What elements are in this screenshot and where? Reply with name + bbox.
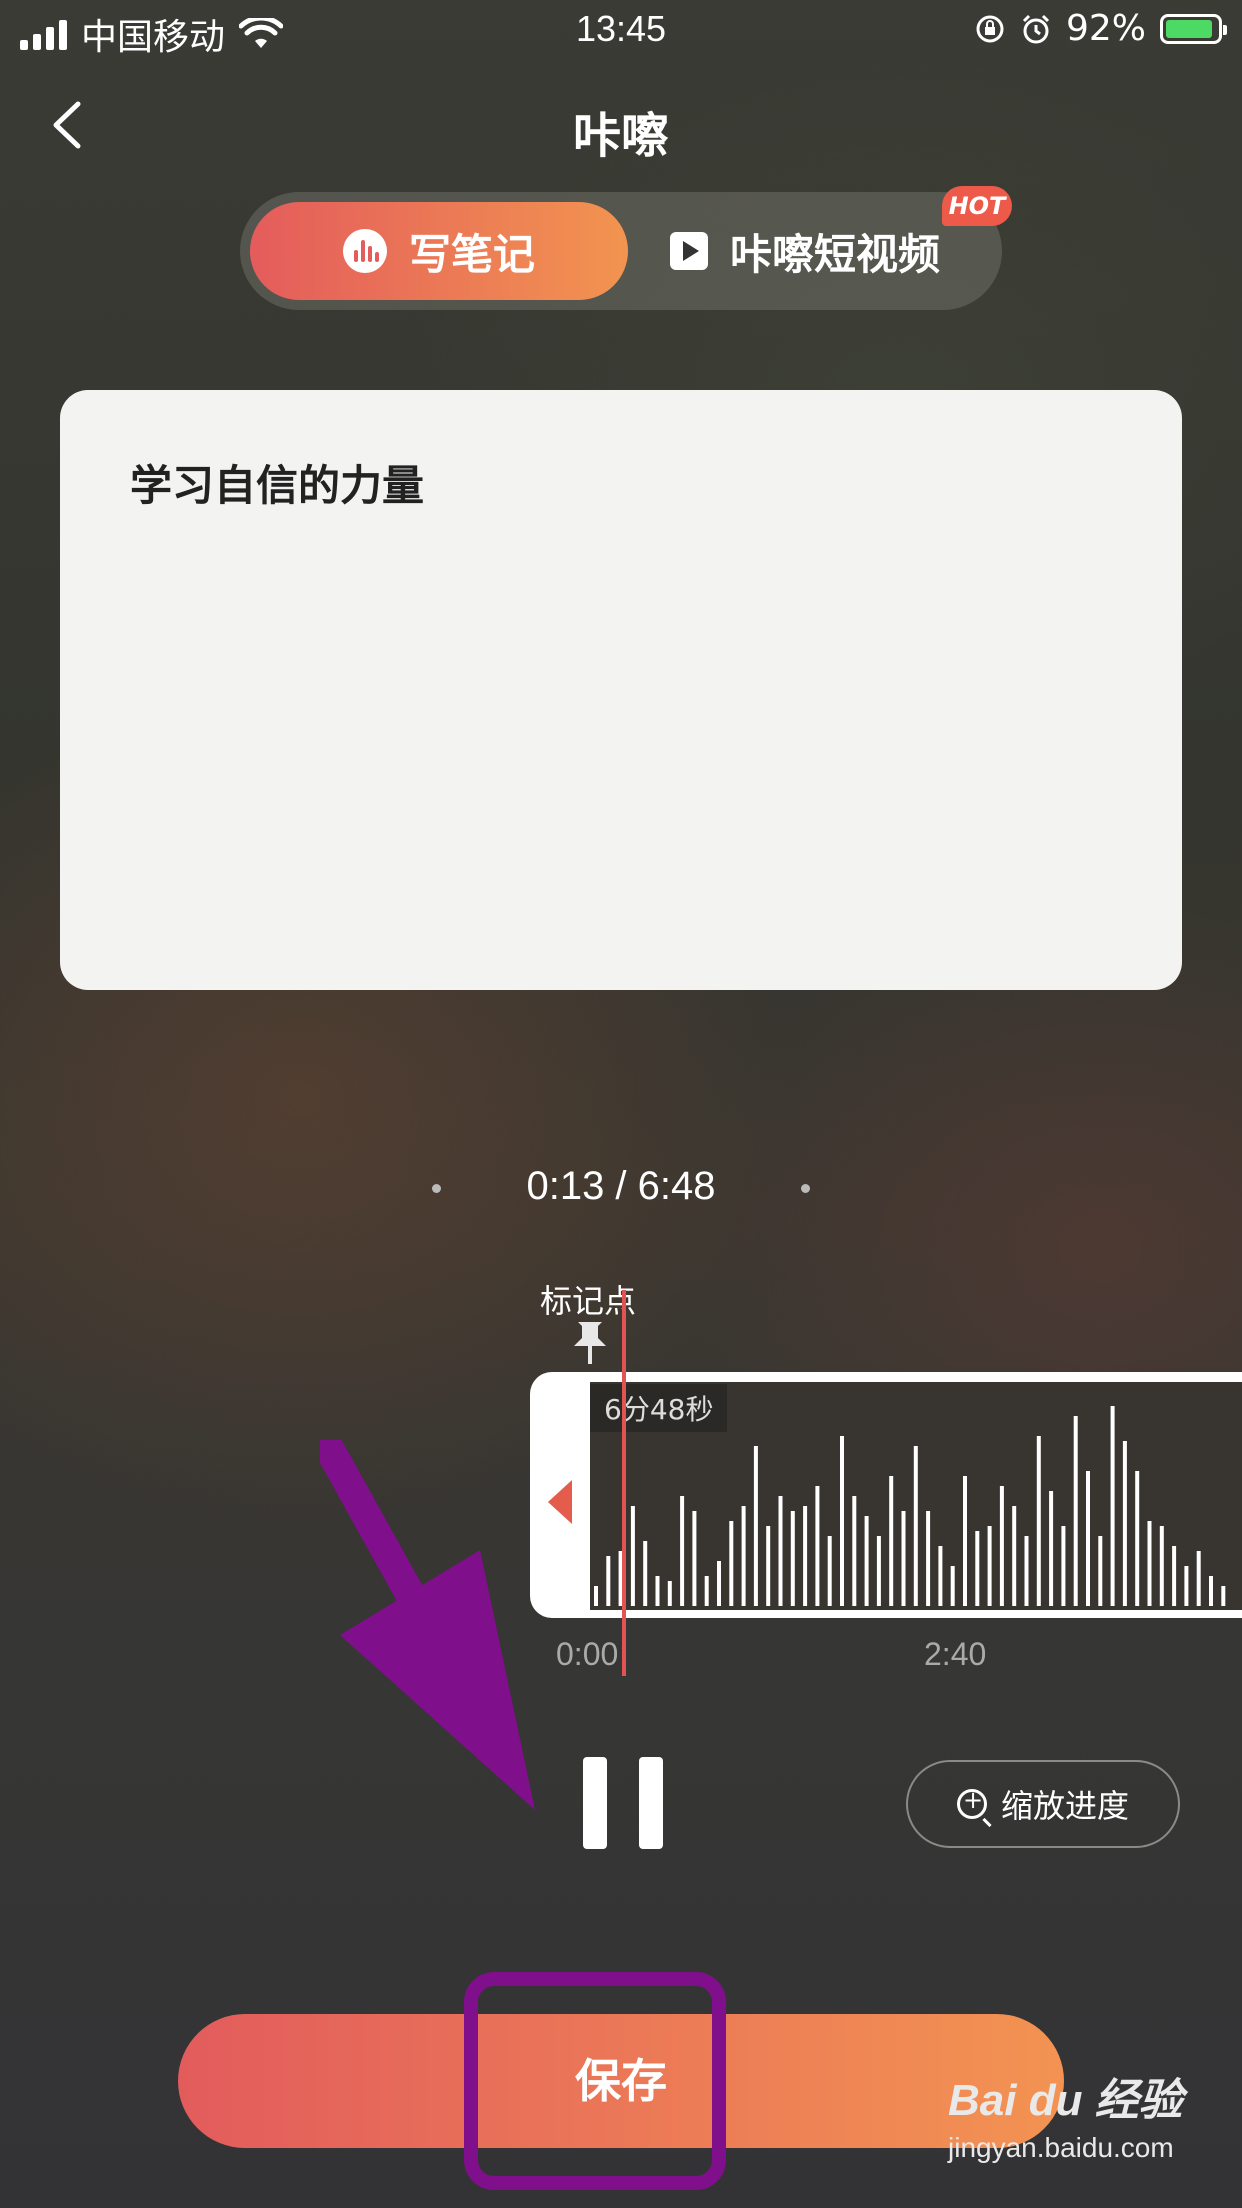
waveform-bar bbox=[1098, 1536, 1103, 1606]
zoom-in-icon bbox=[956, 1786, 987, 1819]
waveform-bar bbox=[901, 1511, 906, 1606]
waveform-bar bbox=[1172, 1546, 1177, 1606]
waveform-bar bbox=[1221, 1586, 1226, 1606]
waveform-bar bbox=[1073, 1416, 1078, 1606]
waveform-bar bbox=[1209, 1576, 1213, 1606]
waveform-bar bbox=[717, 1561, 721, 1606]
waveform-bar bbox=[987, 1526, 992, 1606]
pause-button[interactable] bbox=[583, 1757, 663, 1849]
mode-tabs: 写笔记 咔嚓短视频 bbox=[240, 192, 1002, 310]
waveform-bar bbox=[840, 1436, 844, 1606]
annotation-arrow bbox=[320, 1440, 535, 1810]
waveform-bar bbox=[729, 1521, 734, 1606]
play-icon bbox=[670, 232, 708, 270]
waveform-bar bbox=[790, 1511, 795, 1606]
waveform-bar bbox=[704, 1576, 709, 1606]
scroll-left-arrow-icon[interactable] bbox=[548, 1480, 572, 1524]
pin-icon[interactable] bbox=[568, 1320, 612, 1368]
status-bar: 中国移动 13:45 92% bbox=[0, 0, 1242, 62]
waveform-bar bbox=[913, 1446, 918, 1606]
waveform-bar bbox=[1024, 1536, 1029, 1606]
waveform-bar bbox=[692, 1511, 697, 1606]
waveform-bar bbox=[864, 1516, 869, 1606]
waveform-bar bbox=[975, 1531, 980, 1606]
waveform-bar bbox=[753, 1446, 758, 1606]
playhead[interactable] bbox=[622, 1290, 626, 1676]
waveform-bar bbox=[741, 1506, 746, 1606]
waveform-bar bbox=[999, 1486, 1004, 1606]
waveform-bar bbox=[1184, 1566, 1189, 1606]
waveform-bar bbox=[889, 1476, 894, 1606]
waveform-bar bbox=[1012, 1506, 1017, 1606]
waveform-bar bbox=[803, 1506, 808, 1606]
annotation-box bbox=[464, 1972, 726, 2190]
battery-icon bbox=[1160, 13, 1227, 44]
waveform-bar bbox=[1147, 1521, 1152, 1606]
waveform-bar bbox=[1036, 1436, 1041, 1606]
waveform-bar bbox=[1122, 1441, 1127, 1606]
waveform-bar bbox=[643, 1541, 648, 1606]
waveform-bar bbox=[606, 1556, 611, 1606]
right-dot bbox=[801, 1184, 810, 1193]
waveform-bar bbox=[1135, 1471, 1140, 1606]
waveform-bar bbox=[1159, 1526, 1164, 1606]
audio-wave-icon bbox=[342, 229, 387, 273]
tab-label: 咔嚓短视频 bbox=[730, 229, 941, 279]
page-title: 咔嚓 bbox=[572, 108, 669, 164]
waveform-bar bbox=[827, 1536, 832, 1606]
duration-badge: 6分48秒 bbox=[590, 1384, 728, 1432]
waveform-bar bbox=[1049, 1491, 1054, 1606]
note-text[interactable]: 学习自信的力量 bbox=[130, 452, 424, 513]
waveform-bar bbox=[1110, 1406, 1115, 1606]
hot-badge: HOT bbox=[942, 186, 1012, 226]
watermark-brand: Bai du 经验 bbox=[948, 2076, 1183, 2125]
waveform-bar bbox=[1061, 1526, 1066, 1606]
watermark-url: jingyan.baidu.com bbox=[948, 2132, 1174, 2163]
waveform-bar bbox=[778, 1496, 783, 1606]
tab-label: 写笔记 bbox=[408, 229, 535, 279]
zoom-progress-button[interactable]: 缩放进度 bbox=[906, 1760, 1180, 1848]
waveform-bar bbox=[938, 1546, 943, 1606]
tick-label: 0:00 bbox=[556, 1636, 619, 1672]
waveform-bar bbox=[876, 1536, 881, 1606]
waveform-bar bbox=[852, 1496, 857, 1606]
time-display: 0:13 / 6:48 bbox=[526, 1164, 716, 1208]
waveform-bar bbox=[926, 1511, 931, 1606]
tab-write-note[interactable]: 写笔记 bbox=[250, 202, 628, 300]
waveform-bar bbox=[963, 1476, 967, 1606]
baidu-watermark: Bai du 经验 jingyan.baidu.com bbox=[948, 2064, 1183, 2164]
waveform-bar bbox=[1196, 1551, 1201, 1606]
alarm-icon bbox=[1022, 14, 1050, 43]
tick-label: 2:40 bbox=[924, 1636, 987, 1672]
waveform-bar bbox=[1086, 1471, 1090, 1606]
waveform-bar bbox=[766, 1526, 771, 1606]
waveform-bar bbox=[655, 1576, 660, 1606]
orientation-lock-icon bbox=[976, 15, 1004, 42]
waveform-bar bbox=[815, 1486, 820, 1606]
waveform-bar bbox=[667, 1581, 672, 1606]
zoom-label: 缩放进度 bbox=[1000, 1787, 1129, 1825]
waveform-bar bbox=[950, 1566, 955, 1606]
waveform-bar bbox=[680, 1496, 685, 1606]
battery-percent: 92% bbox=[1065, 8, 1146, 49]
waveform-bar bbox=[630, 1506, 635, 1606]
waveform-bar bbox=[594, 1586, 598, 1606]
